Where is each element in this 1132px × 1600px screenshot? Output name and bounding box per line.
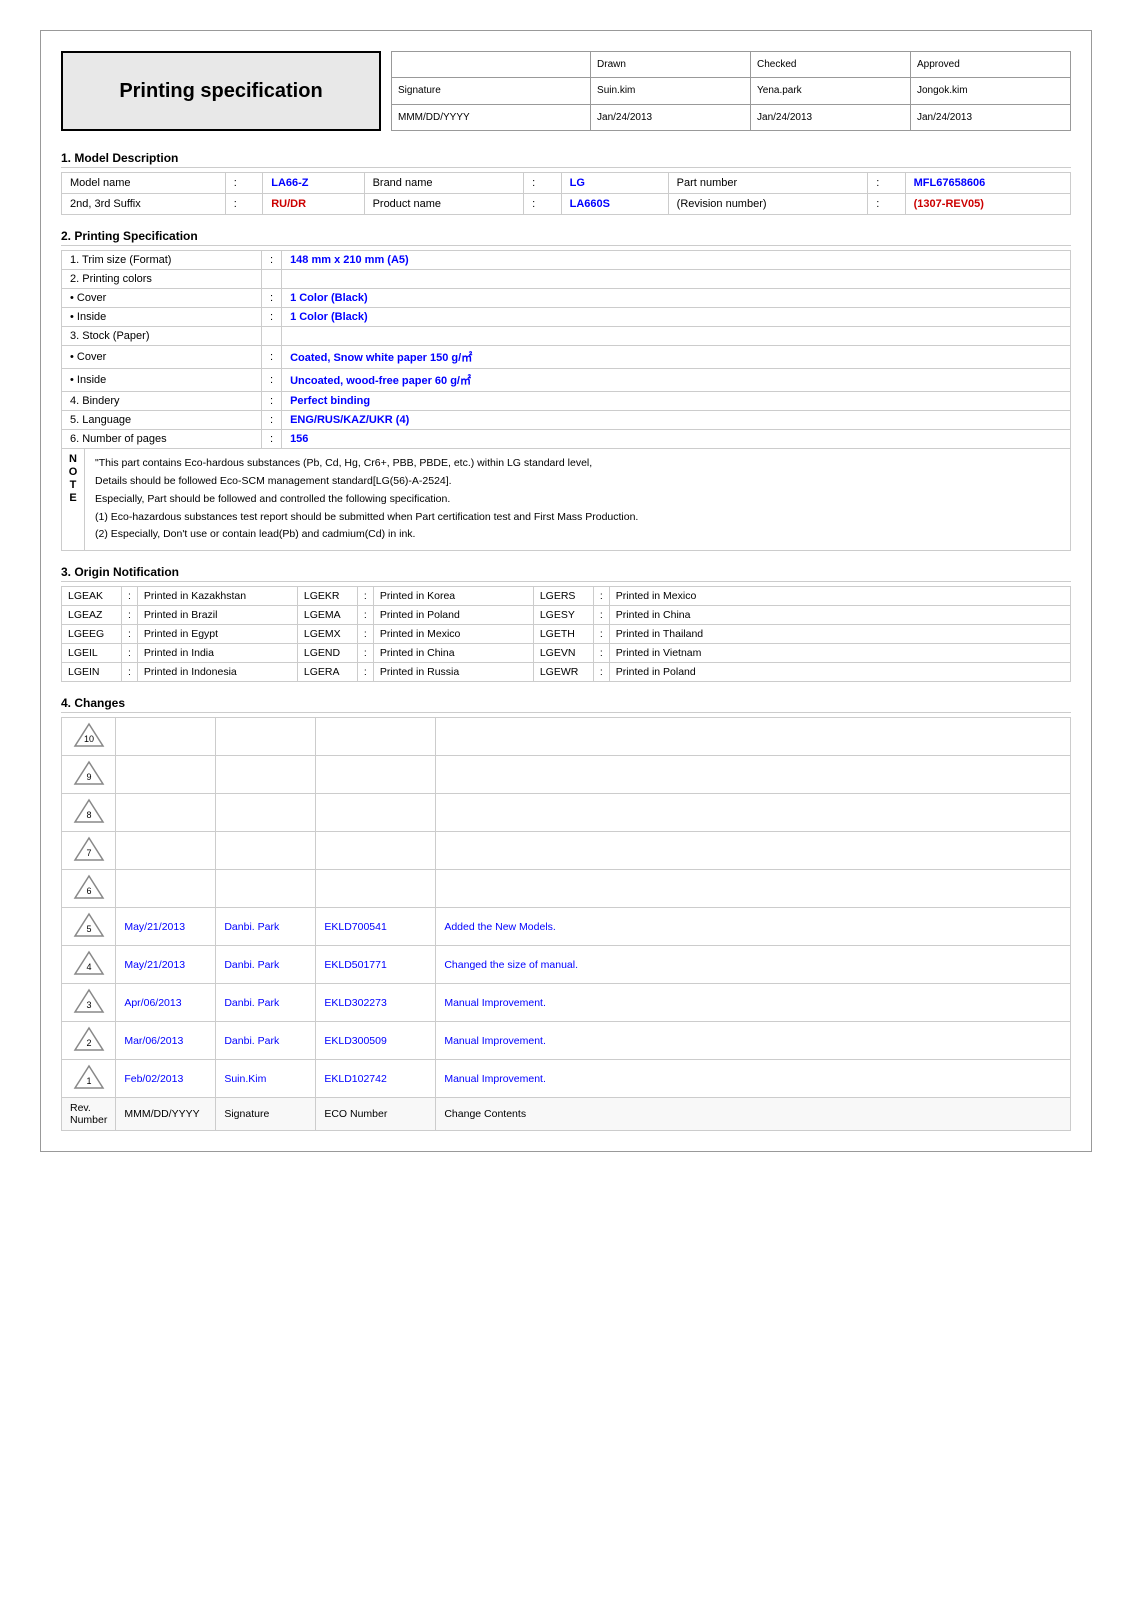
footer-rev: Rev. Number — [62, 1098, 116, 1131]
change-date-2: Mar/06/2013 — [116, 1022, 216, 1060]
change-content-2: Manual Improvement. — [436, 1022, 1071, 1060]
change-signature-4: Danbi. Park — [216, 946, 316, 984]
spec-row-cover-color: • Cover : 1 Color (Black) — [62, 289, 1071, 308]
change-row-6: 6 — [62, 870, 1071, 908]
footer-date: MMM/DD/YYYY — [116, 1098, 216, 1131]
spec-row-colors: 2. Printing colors — [62, 270, 1071, 289]
svg-text:7: 7 — [86, 848, 91, 858]
change-row-7: 7 — [62, 832, 1071, 870]
svg-text:2: 2 — [86, 1038, 91, 1048]
change-row-3: 3 Apr/06/2013 Danbi. Park EKLD302273 Man… — [62, 984, 1071, 1022]
footer-content: Change Contents — [436, 1098, 1071, 1131]
origin-table: LGEAK : Printed in Kazakhstan LGEKR : Pr… — [61, 586, 1071, 682]
title-box: Printing specification — [61, 51, 381, 131]
change-eco-3: EKLD302273 — [316, 984, 436, 1022]
table-row: 2nd, 3rd Suffix : RU/DR Product name : L… — [62, 194, 1071, 215]
section1-title: 1. Model Description — [61, 151, 1071, 168]
change-row-10: 10 — [62, 718, 1071, 756]
spec-row-pages: 6. Number of pages : 156 — [62, 430, 1071, 449]
table-row: LGEAK : Printed in Kazakhstan LGEKR : Pr… — [62, 587, 1071, 606]
change-row-9: 9 — [62, 756, 1071, 794]
table-row: LGEIN : Printed in Indonesia LGERA : Pri… — [62, 663, 1071, 682]
change-eco-5: EKLD700541 — [316, 908, 436, 946]
change-signature-2: Danbi. Park — [216, 1022, 316, 1060]
svg-text:9: 9 — [86, 772, 91, 782]
change-row-4: 4 May/21/2013 Danbi. Park EKLD501771 Cha… — [62, 946, 1071, 984]
spec-row-stock: 3. Stock (Paper) — [62, 327, 1071, 346]
svg-text:1: 1 — [86, 1076, 91, 1086]
change-row-8: 8 — [62, 794, 1071, 832]
change-content-3: Manual Improvement. — [436, 984, 1071, 1022]
table-row: LGEAZ : Printed in Brazil LGEMA : Printe… — [62, 606, 1071, 625]
page-header: Printing specification Drawn Checked App… — [61, 51, 1071, 131]
spec-row-trim: 1. Trim size (Format) : 148 mm x 210 mm … — [62, 251, 1071, 270]
change-date-5: May/21/2013 — [116, 908, 216, 946]
page-title: Printing specification — [119, 80, 322, 103]
footer-eco: ECO Number — [316, 1098, 436, 1131]
svg-text:8: 8 — [86, 810, 91, 820]
change-signature-1: Suin.Kim — [216, 1060, 316, 1098]
change-date-1: Feb/02/2013 — [116, 1060, 216, 1098]
note-box: NOTE "This part contains Eco-hardous sub… — [61, 449, 1071, 551]
changes-footer-row: Rev. Number MMM/DD/YYYY Signature ECO Nu… — [62, 1098, 1071, 1131]
change-date-4: May/21/2013 — [116, 946, 216, 984]
spec-row-inside-color: • Inside : 1 Color (Black) — [62, 308, 1071, 327]
change-content-4: Changed the size of manual. — [436, 946, 1071, 984]
printing-spec-table: 1. Trim size (Format) : 148 mm x 210 mm … — [61, 250, 1071, 449]
changes-table: 10 9 8 — [61, 717, 1071, 1131]
svg-text:3: 3 — [86, 1000, 91, 1010]
change-eco-2: EKLD300509 — [316, 1022, 436, 1060]
svg-text:10: 10 — [84, 734, 94, 744]
svg-text:6: 6 — [86, 886, 91, 896]
svg-text:5: 5 — [86, 924, 91, 934]
change-date-3: Apr/06/2013 — [116, 984, 216, 1022]
spec-row-cover-stock: • Cover : Coated, Snow white paper 150 g… — [62, 346, 1071, 369]
approval-table: Drawn Checked Approved Signature Suin.ki… — [391, 51, 1071, 131]
table-row: LGEEG : Printed in Egypt LGEMX : Printed… — [62, 625, 1071, 644]
change-content-5: Added the New Models. — [436, 908, 1071, 946]
change-content-1: Manual Improvement. — [436, 1060, 1071, 1098]
change-signature-5: Danbi. Park — [216, 908, 316, 946]
table-row: Model name : LA66-Z Brand name : LG Part… — [62, 173, 1071, 194]
section4-title: 4. Changes — [61, 696, 1071, 713]
change-row-2: 2 Mar/06/2013 Danbi. Park EKLD300509 Man… — [62, 1022, 1071, 1060]
section2-title: 2. Printing Specification — [61, 229, 1071, 246]
section3-title: 3. Origin Notification — [61, 565, 1071, 582]
spec-row-inside-stock: • Inside : Uncoated, wood-free paper 60 … — [62, 369, 1071, 392]
spec-row-bindery: 4. Bindery : Perfect binding — [62, 392, 1071, 411]
note-label: NOTE — [62, 449, 85, 550]
table-row: LGEIL : Printed in India LGEND : Printed… — [62, 644, 1071, 663]
change-signature-3: Danbi. Park — [216, 984, 316, 1022]
note-content: "This part contains Eco-hardous substanc… — [85, 449, 648, 550]
rev-number: 10 — [62, 718, 116, 756]
change-eco-1: EKLD102742 — [316, 1060, 436, 1098]
change-row-1: 1 Feb/02/2013 Suin.Kim EKLD102742 Manual… — [62, 1060, 1071, 1098]
change-row-5: 5 May/21/2013 Danbi. Park EKLD700541 Add… — [62, 908, 1071, 946]
footer-signature: Signature — [216, 1098, 316, 1131]
model-description-table: Model name : LA66-Z Brand name : LG Part… — [61, 172, 1071, 215]
change-eco-4: EKLD501771 — [316, 946, 436, 984]
spec-row-language: 5. Language : ENG/RUS/KAZ/UKR (4) — [62, 411, 1071, 430]
svg-text:4: 4 — [86, 962, 91, 972]
